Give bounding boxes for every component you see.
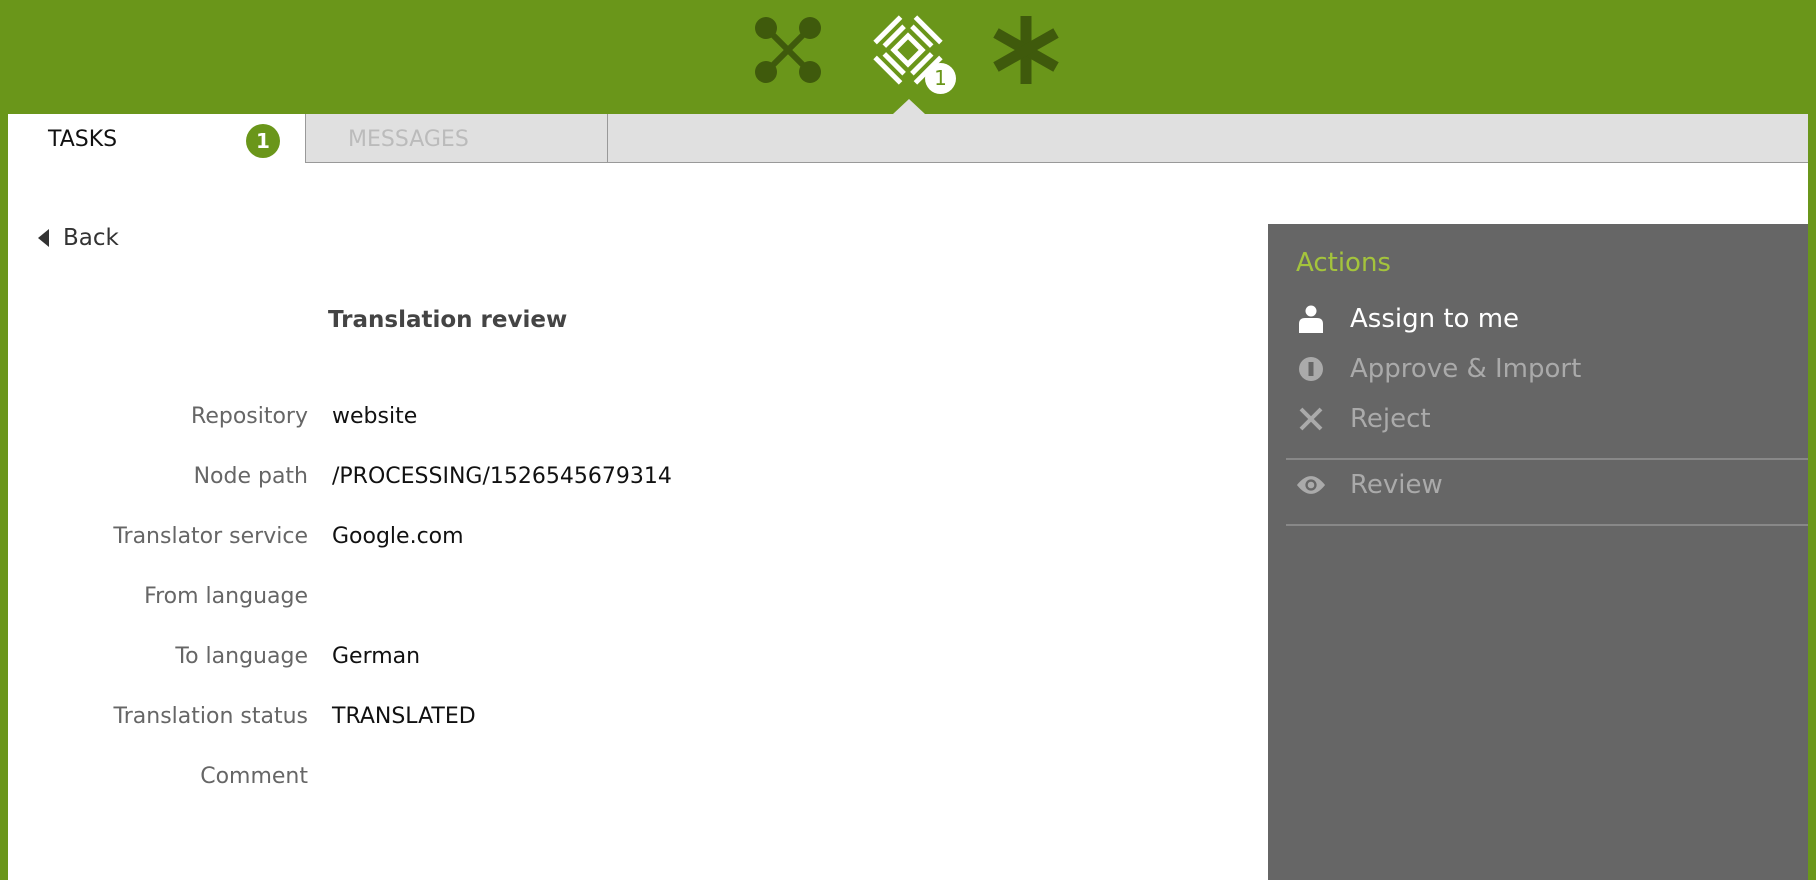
field-label: Comment bbox=[200, 764, 308, 789]
action-label: Approve & Import bbox=[1350, 354, 1582, 384]
actions-panel: Actions Assign to me Approve & Import Re… bbox=[1268, 224, 1808, 880]
tab-messages[interactable]: MESSAGES bbox=[306, 114, 608, 163]
field-label: Translation status bbox=[113, 704, 308, 729]
back-label: Back bbox=[63, 225, 119, 251]
active-indicator bbox=[893, 99, 925, 114]
action-label: Reject bbox=[1350, 404, 1431, 434]
field-label: To language bbox=[175, 644, 308, 669]
close-icon bbox=[1296, 404, 1326, 434]
tasks-count-badge: 1 bbox=[246, 124, 280, 158]
field-value: German bbox=[332, 644, 421, 669]
back-button[interactable]: Back bbox=[38, 225, 119, 251]
caret-left-icon bbox=[38, 229, 49, 247]
asterisk-icon[interactable] bbox=[990, 14, 1062, 86]
field-value: /PROCESSING/1526545679314 bbox=[332, 464, 672, 489]
field-label: Node path bbox=[193, 464, 308, 489]
field-label: Translator service bbox=[113, 524, 308, 549]
nodes-icon[interactable] bbox=[752, 14, 824, 86]
tab-label: MESSAGES bbox=[348, 127, 469, 152]
assign-to-me-button[interactable]: Assign to me bbox=[1296, 304, 1519, 334]
action-label: Review bbox=[1350, 470, 1443, 500]
tab-bar: TASKS 1 MESSAGES bbox=[8, 114, 1808, 164]
field-value: website bbox=[332, 404, 418, 429]
top-bar: 1 bbox=[0, 0, 1816, 114]
tab-tasks[interactable]: TASKS 1 bbox=[8, 114, 306, 164]
actions-heading: Actions bbox=[1296, 248, 1391, 278]
info-icon bbox=[1296, 354, 1326, 384]
field-value: Google.com bbox=[332, 524, 464, 549]
review-button[interactable]: Review bbox=[1296, 470, 1443, 500]
field-label: From language bbox=[144, 584, 308, 609]
field-value: TRANSLATED bbox=[332, 704, 476, 729]
field-label: Repository bbox=[191, 404, 308, 429]
approve-import-button[interactable]: Approve & Import bbox=[1296, 354, 1581, 384]
page-title: Translation review bbox=[328, 307, 568, 333]
tab-label: TASKS bbox=[48, 127, 118, 152]
divider bbox=[1286, 458, 1808, 460]
reject-button[interactable]: Reject bbox=[1296, 404, 1431, 434]
notification-badge: 1 bbox=[925, 63, 956, 94]
action-label: Assign to me bbox=[1350, 304, 1520, 334]
eye-icon bbox=[1296, 470, 1326, 500]
user-icon bbox=[1296, 304, 1326, 334]
divider bbox=[1286, 524, 1808, 526]
